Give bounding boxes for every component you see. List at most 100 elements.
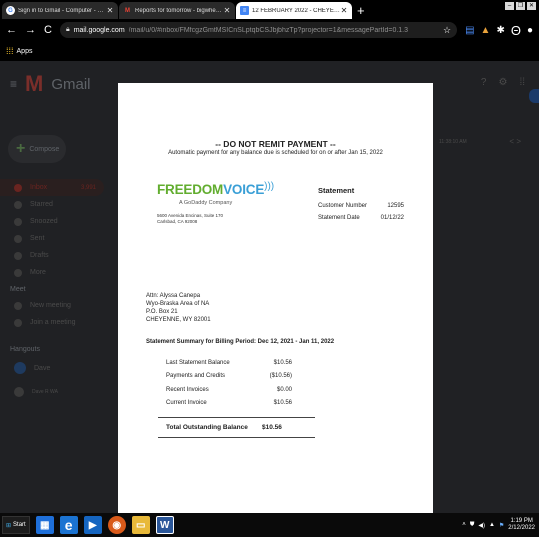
- inbox-icon: [14, 183, 22, 192]
- start-menu-app-icon[interactable]: ▦: [35, 516, 54, 534]
- hangouts-user[interactable]: Dave: [0, 357, 118, 379]
- summary-row: Recent Invoices $0.00: [166, 383, 292, 397]
- back-icon[interactable]: ←: [6, 24, 17, 36]
- menu-icon[interactable]: ●: [527, 25, 533, 36]
- system-tray: ˄ ⛊ ◀) ▲ ⚑ 1:19 PM 2/12/2022: [462, 518, 539, 532]
- media-player-icon[interactable]: ▶: [83, 516, 102, 534]
- sidebar-item-label: Drafts: [30, 252, 49, 259]
- clock-time: 1:19 PM: [510, 518, 533, 524]
- close-icon[interactable]: ✕: [106, 6, 114, 15]
- extensions-puzzle-icon[interactable]: ✱: [496, 25, 504, 36]
- apps-bookmark[interactable]: Apps: [17, 48, 33, 55]
- summary-label: Payments and Credits: [166, 373, 226, 380]
- video-icon: [14, 301, 22, 310]
- sidebar-item-label: Starred: [30, 201, 53, 208]
- summary-heading: Statement Summary for Billing Period: De…: [146, 339, 335, 345]
- compose-button[interactable]: + Compose: [8, 135, 66, 163]
- draft-icon: [14, 251, 22, 260]
- tab-statement-document[interactable]: ≡ 12 FEBRUARY 2022 - CHEYENNE ✕: [236, 2, 352, 19]
- logo-word-1: FREEDOM: [157, 182, 224, 197]
- volume-icon[interactable]: ◀): [478, 522, 485, 529]
- gmail-sidebar: Inbox 3,991 Starred Snoozed Sent Drafts: [0, 179, 118, 405]
- minimize-icon[interactable]: –: [505, 2, 514, 10]
- summary-label: Current Invoice: [166, 400, 207, 407]
- clock-icon: [14, 217, 22, 226]
- clock-date: 2/12/2022: [508, 525, 535, 531]
- gear-icon[interactable]: ⚙: [498, 77, 507, 88]
- word-icon[interactable]: W: [155, 516, 174, 534]
- tab-gmail-signin[interactable]: G Sign in to Gmail - Computer - Gmail ✕: [2, 2, 118, 19]
- maximize-icon[interactable]: ❐: [516, 2, 525, 10]
- start-button[interactable]: ⊞ Start: [2, 516, 30, 534]
- do-not-remit-notice: -- DO NOT REMIT PAYMENT --: [215, 139, 336, 149]
- reload-icon[interactable]: C: [44, 24, 52, 36]
- new-tab-button[interactable]: +: [357, 2, 365, 19]
- tab-strip: G Sign in to Gmail - Computer - Gmail ✕ …: [0, 0, 539, 19]
- file-explorer-icon[interactable]: ▭: [131, 516, 150, 534]
- summary-value: $0.00: [276, 386, 292, 393]
- summary-label: Recent Invoices: [166, 386, 209, 393]
- docs-extension-icon[interactable]: ▤: [465, 25, 474, 36]
- sidebar-item-label: Sent: [30, 235, 45, 242]
- main-menu-icon[interactable]: ≡: [10, 77, 17, 91]
- browser-toolbar: ← → C 🔒︎ mail.google.com /mail/u/0/#inbo…: [0, 19, 539, 41]
- total-outstanding-row: Total Outstanding Balance $10.56: [158, 417, 315, 438]
- send-icon: [14, 234, 22, 243]
- start-label: Start: [13, 522, 26, 528]
- close-window-icon[interactable]: ✕: [527, 2, 536, 10]
- apps-icon[interactable]: ⁞⁞: [519, 77, 525, 88]
- meet-item-label: New meeting: [30, 302, 71, 309]
- avatar: [14, 387, 24, 397]
- bookmark-star-icon[interactable]: ☆: [443, 25, 451, 36]
- sidebar-item-drafts[interactable]: Drafts: [0, 247, 118, 264]
- statement-date-value: 01/12/22: [380, 215, 404, 221]
- tab-title: Sign in to Gmail - Computer - Gmail: [18, 7, 106, 14]
- avatar: [14, 362, 26, 374]
- forward-icon[interactable]: →: [25, 24, 36, 36]
- profile-icon[interactable]: Θ: [511, 23, 521, 38]
- address-line: P.O. Box 21: [146, 309, 178, 315]
- sidebar-item-inbox[interactable]: Inbox 3,991: [0, 179, 104, 196]
- sidebar-item-sent[interactable]: Sent: [0, 230, 118, 247]
- drive-extension-icon[interactable]: ▲: [481, 25, 491, 36]
- sidebar-item-more[interactable]: More: [0, 264, 118, 281]
- flag-icon[interactable]: ⚑: [499, 522, 504, 529]
- hangouts-contact[interactable]: Dave R WA: [0, 379, 118, 405]
- show-hidden-icons-icon[interactable]: ˄: [462, 522, 466, 528]
- sidebar-item-label: More: [30, 269, 46, 276]
- document-icon: ≡: [240, 6, 249, 15]
- close-icon[interactable]: ✕: [223, 6, 231, 15]
- meet-new-meeting[interactable]: New meeting: [0, 297, 118, 314]
- keyboard-icon: [14, 318, 22, 327]
- internet-explorer-icon[interactable]: e: [59, 516, 78, 534]
- sidebar-item-snoozed[interactable]: Snoozed: [0, 213, 118, 230]
- total-label: Total Outstanding Balance: [166, 424, 248, 431]
- windows-icon: ⊞: [6, 522, 12, 529]
- total-value: $10.56: [262, 424, 282, 431]
- sidebar-item-label: Inbox: [30, 184, 48, 191]
- chevron-down-icon: [14, 268, 22, 277]
- sidebar-item-label: Snoozed: [30, 218, 58, 225]
- account-avatar[interactable]: [529, 89, 539, 103]
- help-icon[interactable]: ?: [481, 77, 487, 88]
- logo-subtitle: A GoDaddy Company: [179, 200, 233, 206]
- gmail-right-pane: ? ⚙ ⁞⁞ 11:38:10 AM < >: [433, 61, 539, 513]
- header-icons: ? ⚙ ⁞⁞: [481, 77, 525, 88]
- meet-join-meeting[interactable]: Join a meeting: [0, 314, 118, 331]
- summary-row: Payments and Credits ($10.56): [166, 370, 292, 384]
- apps-grid-icon[interactable]: ⁞⁞⁞: [6, 46, 14, 56]
- summary-label: Last Statement Balance: [166, 359, 230, 366]
- address-bar[interactable]: 🔒︎ mail.google.com /mail/u/0/#inbox/FMfc…: [59, 22, 458, 38]
- statement-date-label: Statement Date: [318, 215, 360, 221]
- tab-reports[interactable]: M Reports for tomorrow - bigwheels@ ✕: [119, 2, 235, 19]
- chrome-icon[interactable]: ◉: [107, 516, 126, 534]
- network-icon[interactable]: ▲: [489, 522, 495, 528]
- sidebar-item-starred[interactable]: Starred: [0, 196, 118, 213]
- pagination-controls[interactable]: < >: [509, 137, 521, 146]
- customer-number-row: Customer Number 12595: [318, 203, 404, 215]
- email-time: 11:38:10 AM: [439, 139, 467, 145]
- statement-info: Statement Customer Number 12595 Statemen…: [318, 186, 404, 227]
- clock[interactable]: 1:19 PM 2/12/2022: [508, 518, 535, 532]
- close-icon[interactable]: ✕: [340, 6, 348, 15]
- security-icon[interactable]: ⛊: [470, 522, 475, 529]
